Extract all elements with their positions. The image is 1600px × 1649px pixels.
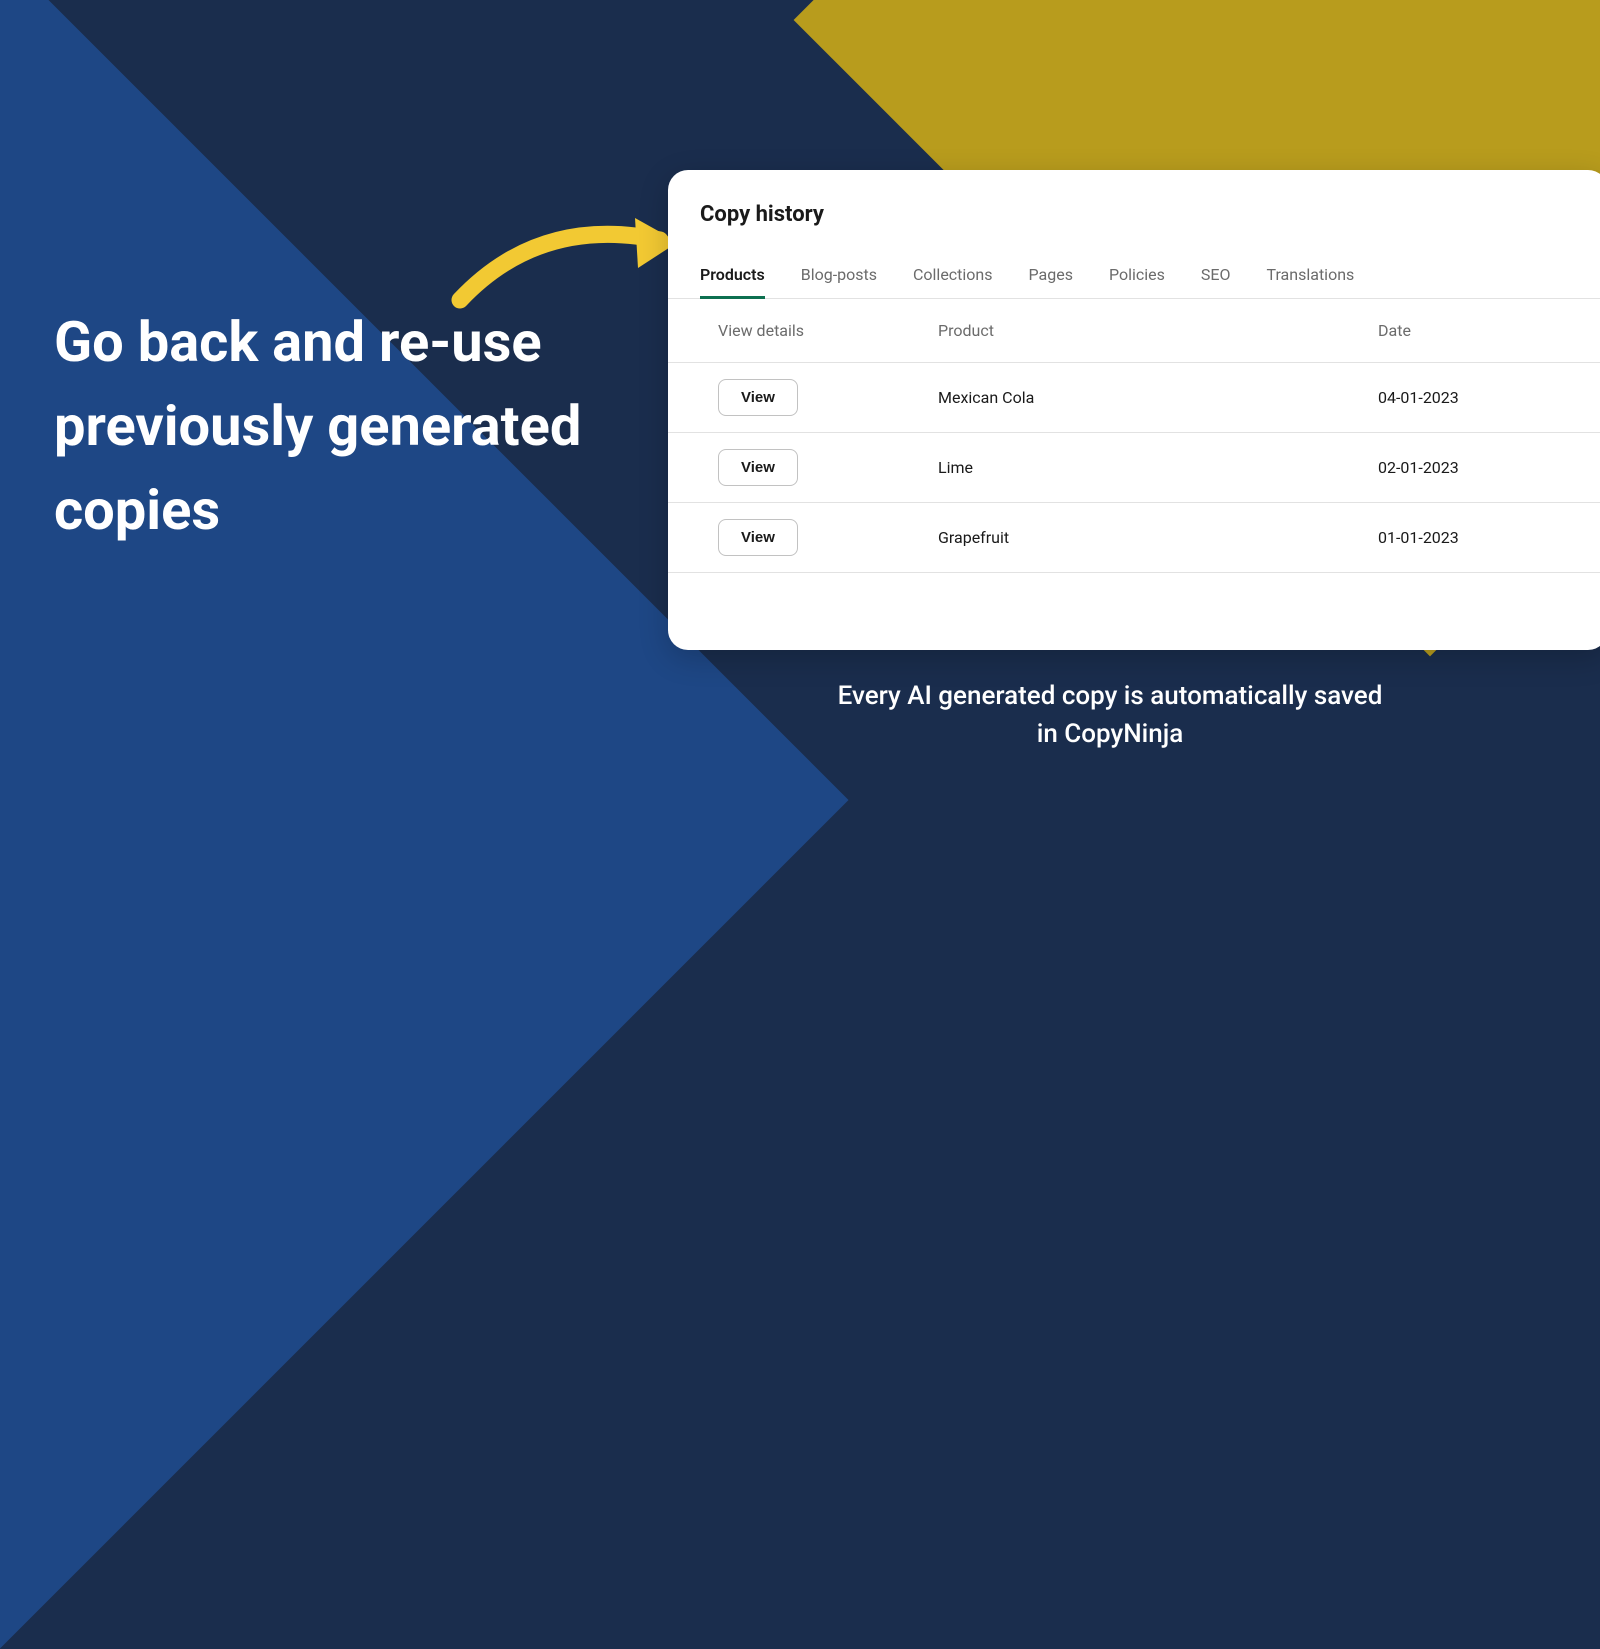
table-row: View Lime 02-01-2023 <box>668 433 1600 503</box>
table-row: View Mexican Cola 04-01-2023 <box>668 363 1600 433</box>
product-cell: Lime <box>938 458 1378 477</box>
tab-pages[interactable]: Pages <box>1029 255 1073 298</box>
view-button[interactable]: View <box>718 519 798 556</box>
col-header-product: Product <box>938 321 1378 340</box>
product-cell: Mexican Cola <box>938 388 1378 407</box>
table-header: View details Product Date <box>668 299 1600 363</box>
view-button[interactable]: View <box>718 449 798 486</box>
date-cell: 01-01-2023 <box>1378 528 1558 547</box>
arrow-icon <box>450 200 700 310</box>
tab-seo[interactable]: SEO <box>1201 255 1231 298</box>
col-header-view: View details <box>718 321 938 340</box>
date-cell: 02-01-2023 <box>1378 458 1558 477</box>
card-title: Copy history <box>668 202 1600 255</box>
tab-collections[interactable]: Collections <box>913 255 993 298</box>
product-cell: Grapefruit <box>938 528 1378 547</box>
headline: Go back and re-use previously generated … <box>54 300 654 552</box>
view-button[interactable]: View <box>718 379 798 416</box>
date-cell: 04-01-2023 <box>1378 388 1558 407</box>
tab-products[interactable]: Products <box>700 255 765 298</box>
tab-policies[interactable]: Policies <box>1109 255 1165 298</box>
subtext: Every AI generated copy is automatically… <box>830 678 1390 753</box>
tab-translations[interactable]: Translations <box>1266 255 1354 298</box>
col-header-date: Date <box>1378 321 1558 340</box>
tabs-bar: Products Blog-posts Collections Pages Po… <box>668 255 1600 299</box>
history-table: View details Product Date View Mexican C… <box>668 299 1600 573</box>
table-row: View Grapefruit 01-01-2023 <box>668 503 1600 573</box>
history-card: Copy history Products Blog-posts Collect… <box>668 170 1600 650</box>
tab-blog-posts[interactable]: Blog-posts <box>801 255 877 298</box>
